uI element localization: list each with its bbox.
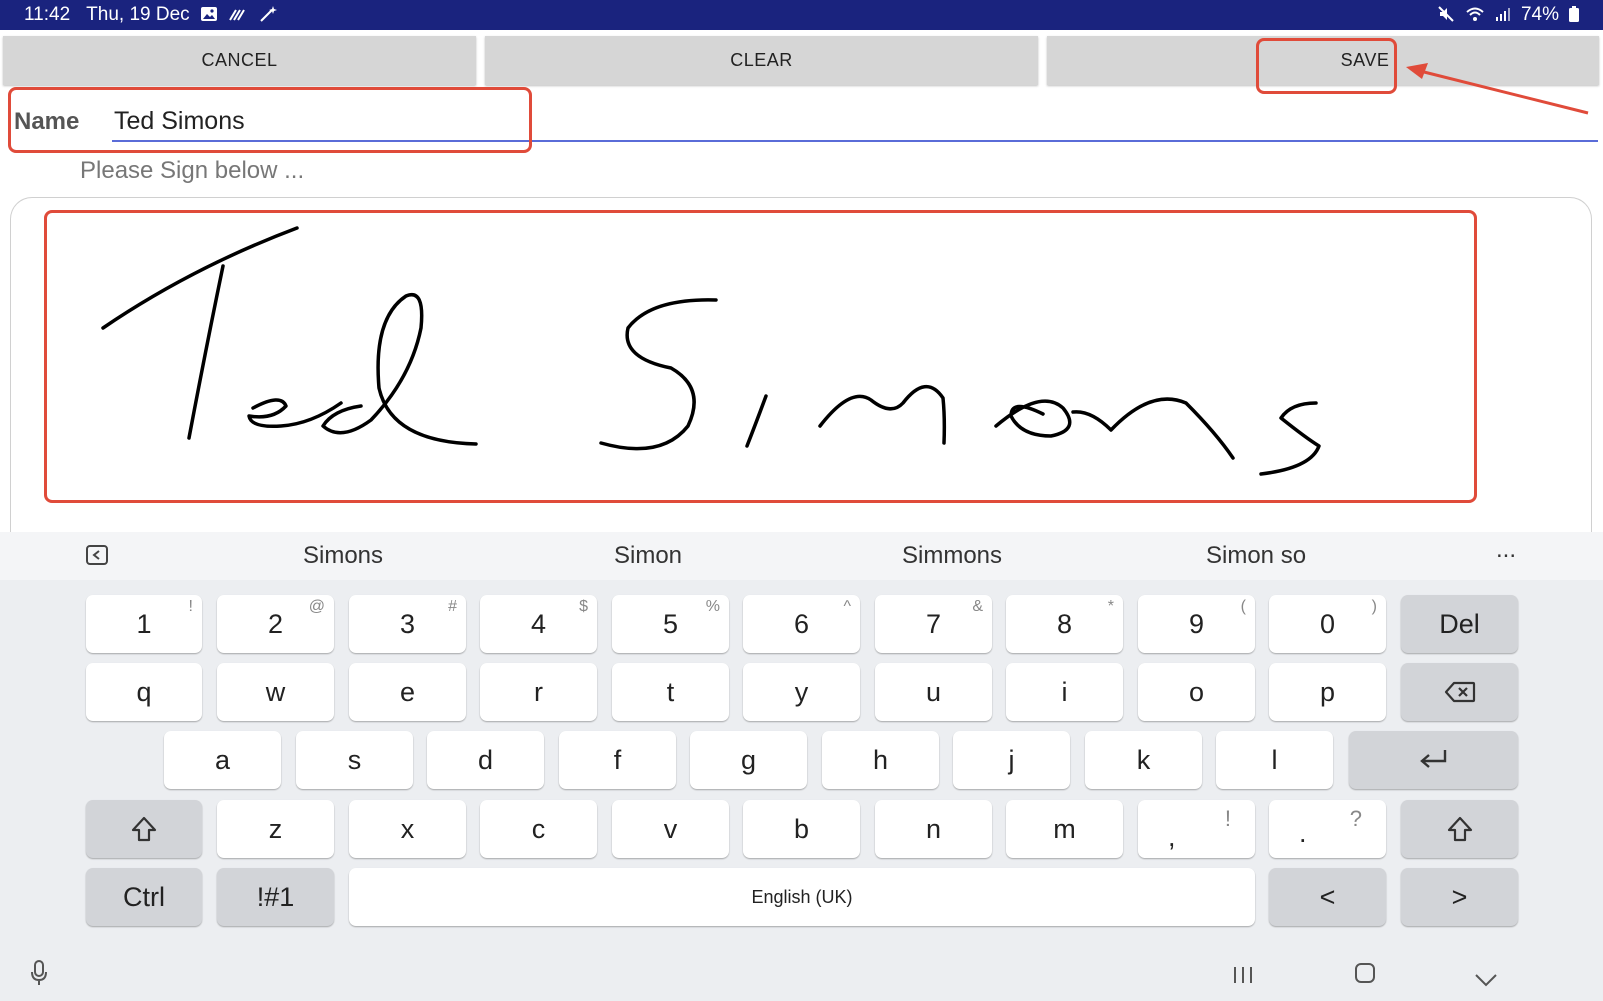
key-w[interactable]: w <box>217 663 334 721</box>
key-d[interactable]: d <box>427 731 544 789</box>
ctrl-key[interactable]: Ctrl <box>86 868 202 926</box>
suggestion-4[interactable]: Simon so <box>1206 542 1306 570</box>
key-o[interactable]: o <box>1138 663 1255 721</box>
key-r[interactable]: r <box>480 663 597 721</box>
shift-left-key[interactable] <box>86 800 202 858</box>
key-y[interactable]: y <box>743 663 860 721</box>
recent-apps-icon[interactable] <box>1232 964 1254 992</box>
status-bar-right: 74% <box>1437 4 1579 26</box>
key-g[interactable]: g <box>690 731 807 789</box>
keyboard-collapse-icon[interactable] <box>86 544 108 572</box>
magic-wand-icon <box>258 5 280 26</box>
key-q[interactable]: q <box>86 663 202 721</box>
shift-icon <box>1447 816 1472 842</box>
symbols-key[interactable]: !#1 <box>217 868 334 926</box>
key-9[interactable]: (9 <box>1138 595 1255 653</box>
key-0[interactable]: ) 0 <box>1269 595 1386 653</box>
backspace-key[interactable] <box>1401 663 1518 721</box>
name-label: Name <box>14 108 80 135</box>
key-n[interactable]: n <box>875 800 992 858</box>
wifi-icon <box>1465 6 1485 25</box>
signature-pad[interactable] <box>10 197 1592 537</box>
signature-strokes <box>101 226 1321 476</box>
shift-icon <box>131 816 157 842</box>
del-key[interactable]: Del <box>1401 595 1518 653</box>
status-bar-left: 11:42 Thu, 19 Dec <box>24 4 280 26</box>
key-t[interactable]: t <box>612 663 729 721</box>
cursor-right-key[interactable]: > <box>1401 868 1518 926</box>
mute-icon <box>1437 5 1455 26</box>
key-j[interactable]: j <box>953 731 1070 789</box>
key-c[interactable]: c <box>480 800 597 858</box>
key-6[interactable]: ^ 6 <box>743 595 860 653</box>
key-x[interactable]: x <box>349 800 466 858</box>
shift-right-key[interactable] <box>1401 800 1518 858</box>
key-2[interactable]: @2 <box>217 595 334 653</box>
hide-keyboard-icon[interactable] <box>1474 966 1498 994</box>
home-icon[interactable] <box>1354 962 1376 991</box>
key-v[interactable]: v <box>612 800 729 858</box>
key-f[interactable]: f <box>559 731 676 789</box>
signal-wave-icon <box>228 6 248 25</box>
key-k[interactable]: k <box>1085 731 1202 789</box>
status-date: Thu, 19 Dec <box>86 4 190 25</box>
status-bar: 11:42 Thu, 19 Dec 74% <box>0 0 1603 30</box>
suggestion-bar: Simons Simon Simmons Simon so ... <box>0 532 1603 580</box>
key-8[interactable]: * 8 <box>1006 595 1123 653</box>
key-m[interactable]: m <box>1006 800 1123 858</box>
cancel-button[interactable]: CANCEL <box>3 36 476 85</box>
status-time: 11:42 <box>24 4 71 25</box>
key-comma[interactable]: !, <box>1138 800 1255 858</box>
key-i[interactable]: i <box>1006 663 1123 721</box>
gallery-icon <box>200 6 218 25</box>
key-e[interactable]: e <box>349 663 466 721</box>
microphone-icon[interactable] <box>30 960 48 993</box>
key-4[interactable]: $4 <box>480 595 597 653</box>
enter-key[interactable] <box>1349 731 1518 789</box>
key-a[interactable]: a <box>164 731 281 789</box>
key-period[interactable]: ?. <box>1269 800 1386 858</box>
soft-keyboard: Simons Simon Simmons Simon so ... ! 1 @2 … <box>0 532 1603 1001</box>
battery-icon <box>1569 5 1579 25</box>
cursor-left-key[interactable]: < <box>1269 868 1386 926</box>
key-z[interactable]: z <box>217 800 334 858</box>
key-3[interactable]: #3 <box>349 595 466 653</box>
key-b[interactable]: b <box>743 800 860 858</box>
suggestion-3[interactable]: Simmons <box>902 542 1002 570</box>
key-p[interactable]: p <box>1269 663 1386 721</box>
name-row: Name <box>0 92 1603 148</box>
key-l[interactable]: l <box>1216 731 1333 789</box>
action-toolbar: CANCEL CLEAR SAVE <box>0 36 1603 86</box>
suggestion-2[interactable]: Simon <box>614 542 682 570</box>
key-7[interactable]: & 7 <box>875 595 992 653</box>
key-u[interactable]: u <box>875 663 992 721</box>
space-key[interactable]: English (UK) <box>349 868 1255 926</box>
suggestion-1[interactable]: Simons <box>303 542 383 570</box>
cell-signal-icon <box>1495 6 1511 25</box>
annotation-arrow-icon <box>1406 63 1589 115</box>
clear-button[interactable]: CLEAR <box>485 36 1038 85</box>
more-suggestions-button[interactable]: ... <box>1496 536 1516 564</box>
key-s[interactable]: s <box>296 731 413 789</box>
battery-percent: 74% <box>1520 4 1559 25</box>
name-input[interactable] <box>112 102 1598 142</box>
system-nav-bar <box>0 950 1603 1000</box>
key-1[interactable]: ! 1 <box>86 595 202 653</box>
enter-icon <box>1419 750 1446 768</box>
backspace-icon <box>1444 681 1475 703</box>
key-h[interactable]: h <box>822 731 939 789</box>
key-5[interactable]: % 5 <box>612 595 729 653</box>
sign-hint: Please Sign below ... <box>80 157 305 184</box>
